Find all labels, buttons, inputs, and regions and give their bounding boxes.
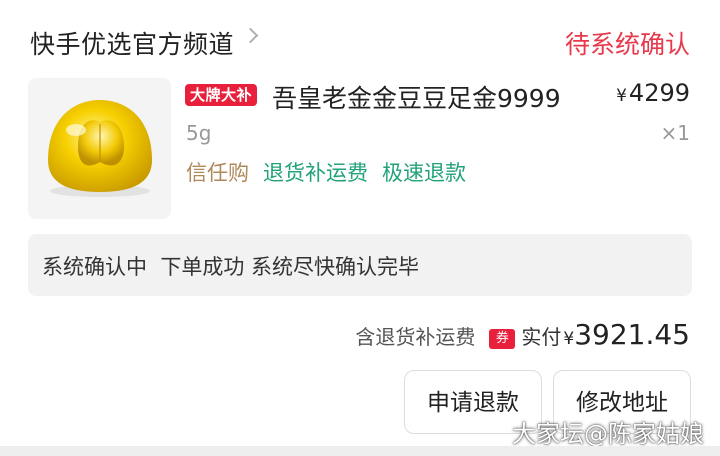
tag-fast-refund: 极速退款 (382, 161, 466, 185)
return-shipping-note: 含退货补运费 (355, 325, 476, 349)
product-thumbnail[interactable] (28, 78, 171, 219)
watermark: 大家坛@陈家姑娘 (512, 420, 704, 448)
order-progress-box[interactable]: 系统确认中 下单成功 系统尽快确认完毕 (28, 234, 692, 296)
gold-bean-icon (48, 100, 152, 197)
shop-name-link[interactable]: 快手优选官方频道 (30, 25, 234, 61)
coupon-icon: 券 (489, 329, 516, 349)
service-tags: 信任购 退货补运费 极速退款 (186, 157, 466, 187)
currency-symbol: ¥ (616, 86, 627, 106)
product-price: ¥4299 (616, 79, 690, 107)
price-value: 4299 (628, 79, 690, 107)
tag-return-shipping: 退货补运费 (263, 161, 368, 185)
order-progress-text: 系统确认中 下单成功 系统尽快确认完毕 (42, 255, 420, 279)
product-quantity: ×1 (660, 121, 690, 145)
paid-amount: 3921.45 (574, 318, 690, 351)
order-header: 快手优选官方频道 待系统确认 (0, 0, 720, 78)
paid-currency: ¥ (563, 329, 575, 349)
product-title[interactable]: 吾皇老金金豆豆足金9999 (272, 79, 561, 115)
chevron-right-icon[interactable] (242, 27, 259, 44)
brand-subsidy-badge: 大牌大补 (185, 84, 258, 106)
order-status: 待系统确认 (564, 30, 690, 59)
bottom-divider (0, 446, 720, 456)
payment-summary: 含退货补运费 券 实付 ¥ 3921.45 (355, 318, 690, 351)
paid-label: 实付 (521, 325, 562, 349)
product-spec: 5g (186, 121, 212, 145)
tag-trust-purchase: 信任购 (186, 161, 249, 185)
